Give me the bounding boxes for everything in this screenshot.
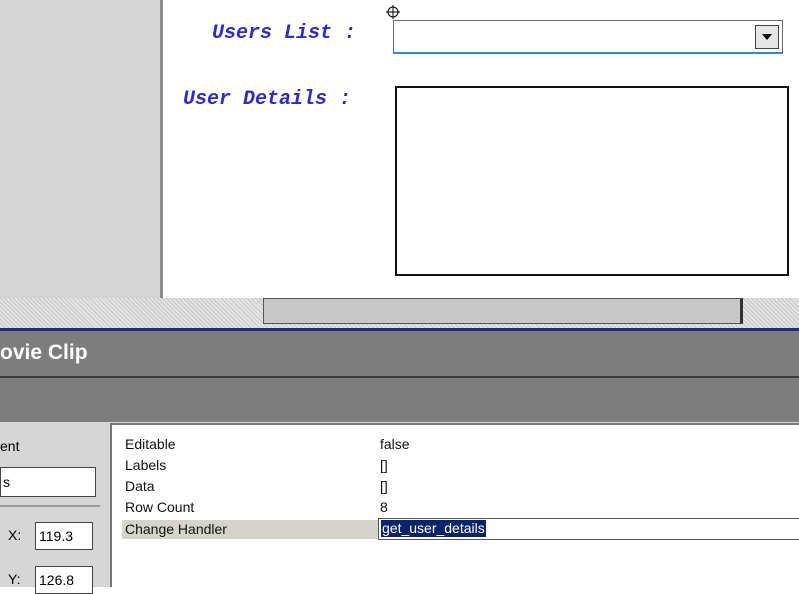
parameter-value[interactable]: false <box>380 436 410 452</box>
instance-name-input[interactable]: s <box>0 467 96 497</box>
horizontal-scrollbar-thumb[interactable] <box>263 298 743 324</box>
registration-point-icon <box>386 5 400 19</box>
change-handler-input[interactable]: get_user_details <box>378 518 799 540</box>
left-divider <box>0 505 100 507</box>
stage-left-gutter <box>0 0 162 298</box>
parameter-name: Data <box>125 478 155 494</box>
parameter-row-change-handler[interactable]: Change Handler get_user_details <box>122 518 799 540</box>
panel-title-bar[interactable] <box>0 331 799 376</box>
change-handler-value: get_user_details <box>381 520 486 537</box>
panel-toolbar <box>0 378 799 422</box>
parameter-row-editable[interactable]: Editable false <box>122 435 799 454</box>
user-details-textarea[interactable] <box>395 86 789 276</box>
panel-title: ovie Clip <box>0 341 88 364</box>
user-details-label: User Details : <box>183 88 352 111</box>
chevron-down-icon <box>762 34 772 40</box>
parameter-name: Labels <box>125 457 167 473</box>
parameter-row-labels[interactable]: Labels [] <box>122 456 799 475</box>
users-list-combobox[interactable] <box>393 20 783 54</box>
y-position-input[interactable]: 126.8 <box>35 566 93 594</box>
parameter-name: Row Count <box>125 499 195 515</box>
combobox-dropdown-button[interactable] <box>755 25 779 49</box>
parameter-row-row-count[interactable]: Row Count 8 <box>122 498 799 517</box>
users-list-label: Users List : <box>212 22 357 45</box>
parameter-value[interactable]: [] <box>380 478 388 494</box>
parameter-value[interactable]: 8 <box>380 499 388 515</box>
parameter-name: Editable <box>125 436 176 452</box>
y-label: Y: <box>8 571 21 587</box>
parameter-value[interactable]: [] <box>380 457 388 473</box>
parameter-name: Change Handler <box>125 521 227 537</box>
parameter-row-data[interactable]: Data [] <box>122 477 799 496</box>
component-parameters-table: Editable false Labels [] Data [] Row Cou… <box>110 423 799 587</box>
instance-label: ent <box>0 438 20 454</box>
x-position-input[interactable]: 119.3 <box>35 522 93 550</box>
x-label: X: <box>8 527 22 543</box>
